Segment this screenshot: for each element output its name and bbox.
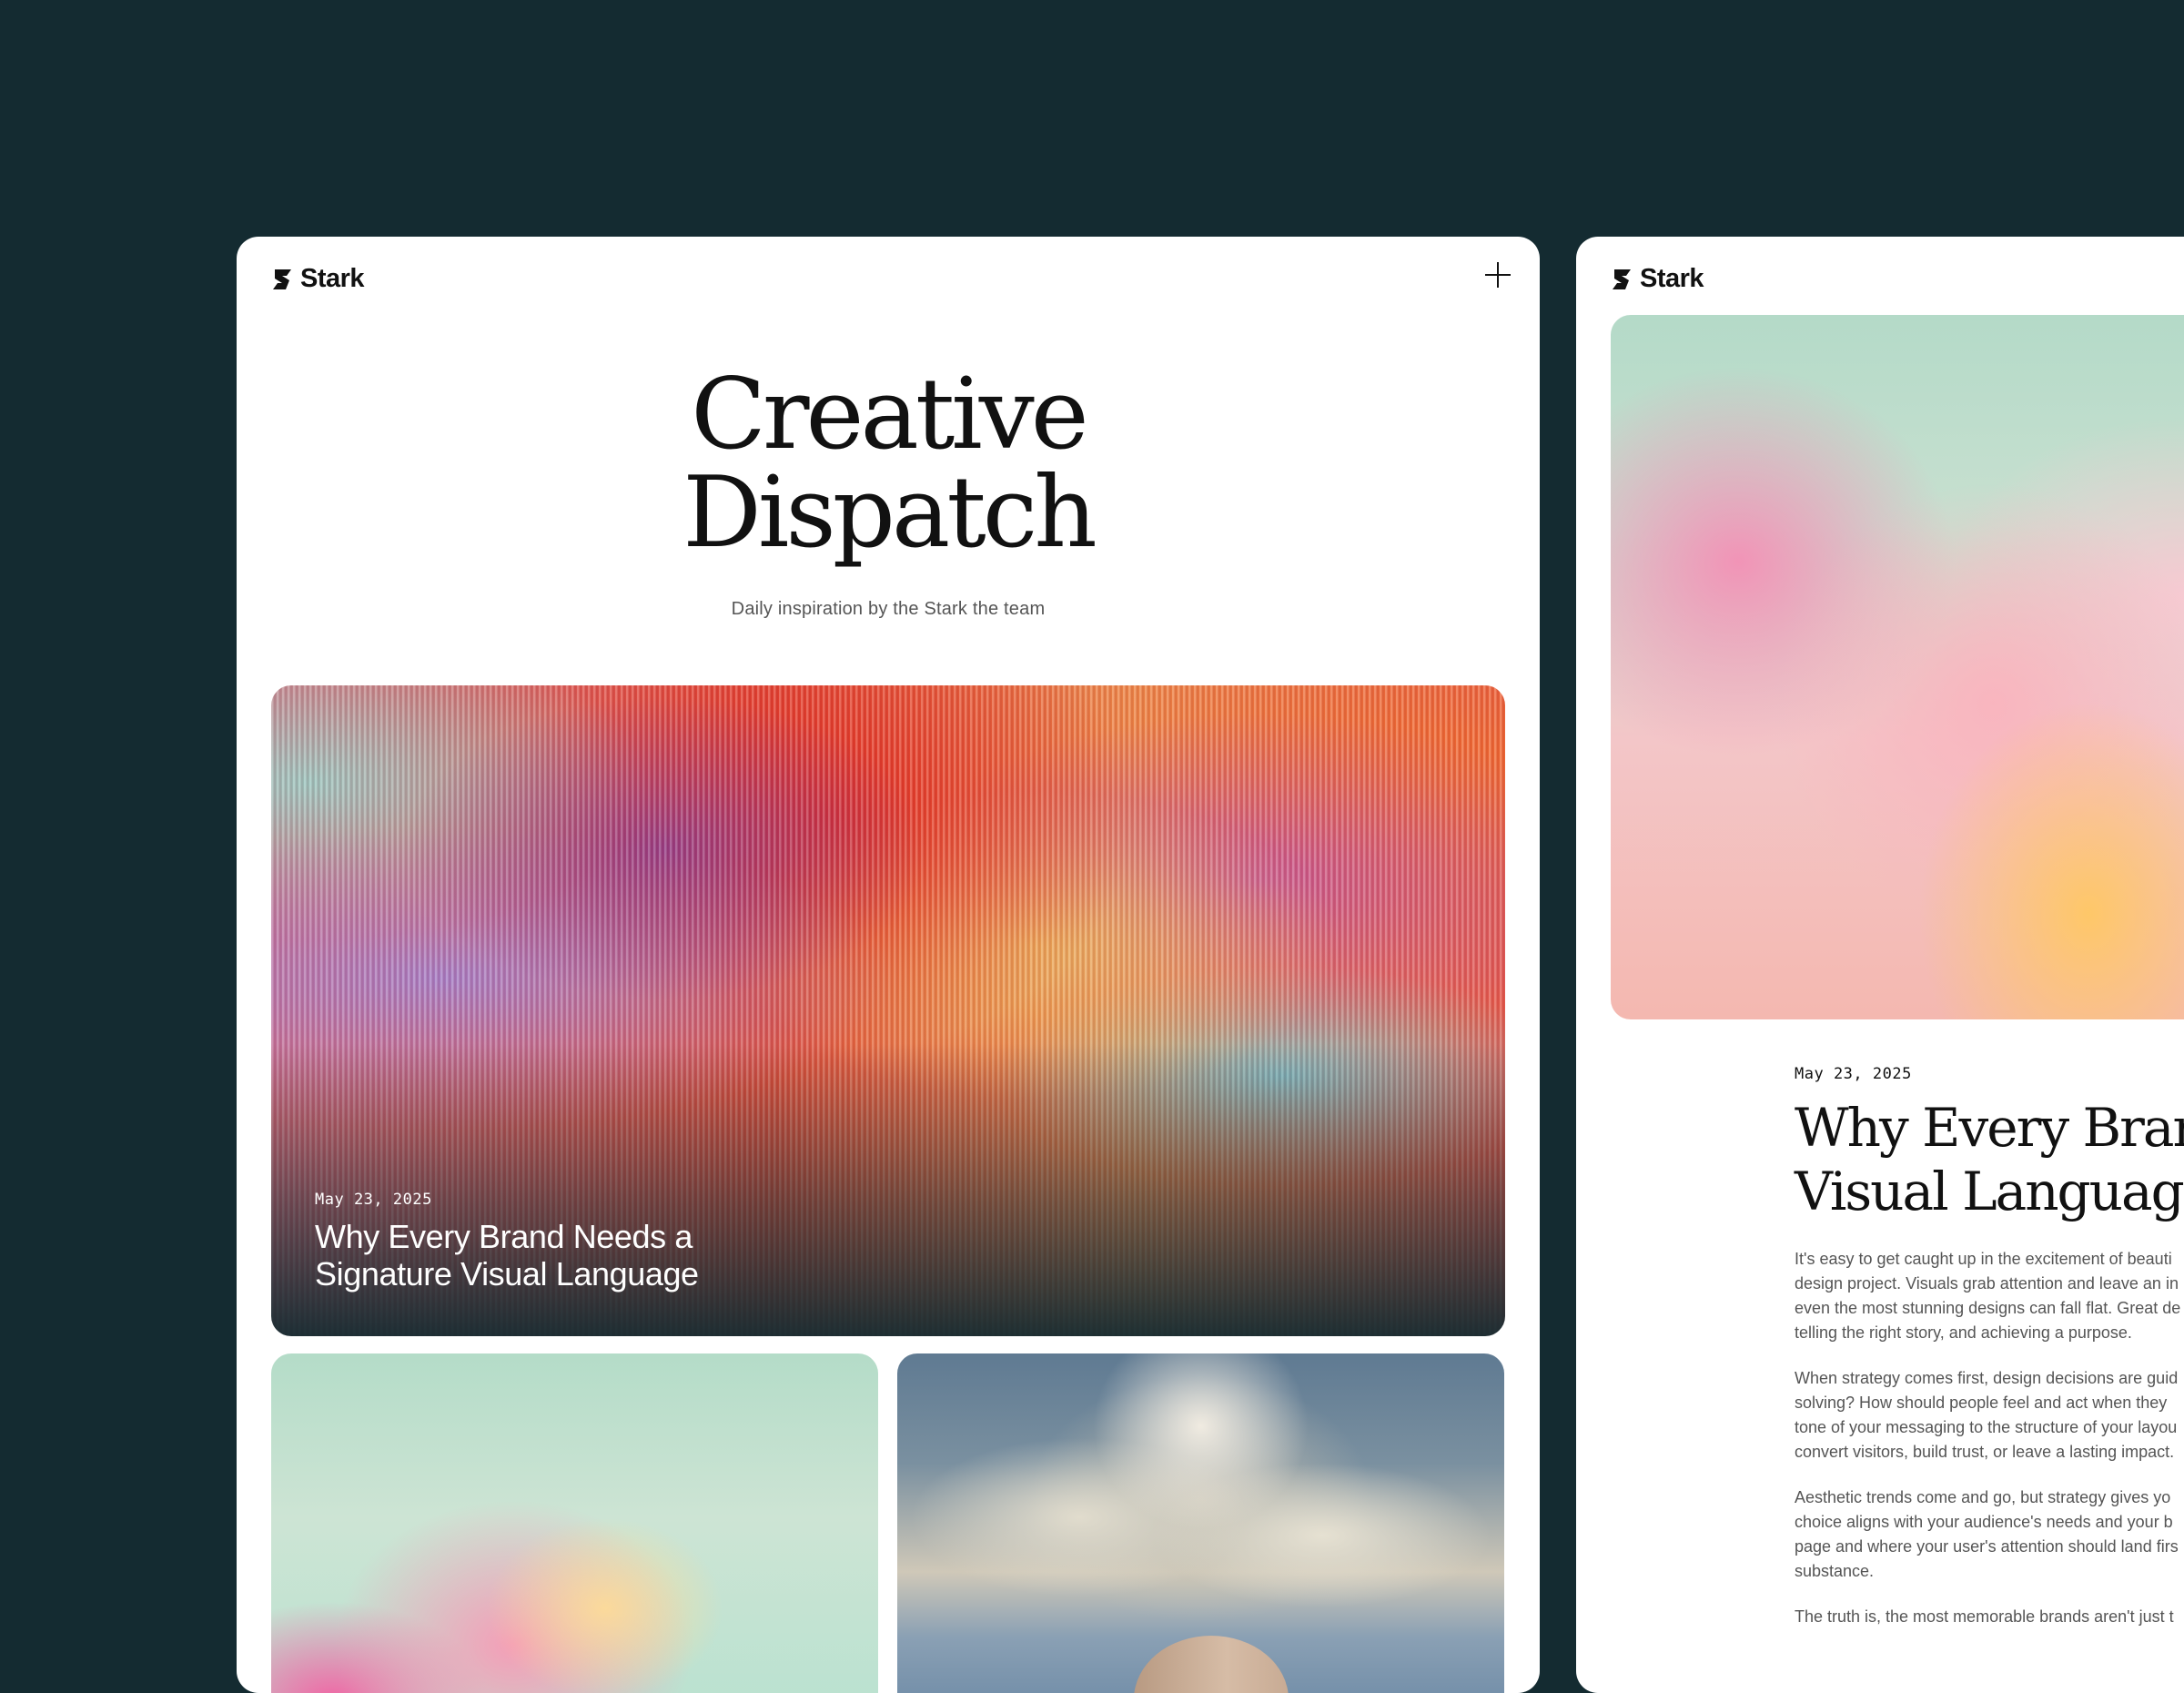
page-title-line-1: Creative (691, 358, 1088, 471)
article-paragraph: When strategy comes first, design decisi… (1795, 1369, 2179, 1461)
article-title-line-2: Visual Language (1795, 1161, 2184, 1222)
featured-article-card[interactable]: May 23, 2025 Why Every Brand Needs a Sig… (271, 685, 1505, 1336)
article-date: May 23, 2025 (1795, 1065, 1912, 1083)
article-paragraph: Aesthetic trends come and go, but strate… (1795, 1488, 2179, 1580)
article-detail-card: Stark May 23, 2025 Why Every Bran Visual… (1576, 237, 2184, 1693)
article-card-abstract[interactable] (271, 1353, 878, 1693)
brand-logo-article[interactable]: Stark (1611, 264, 1704, 294)
newsletter-home-card: Stark Creative Dispatch Daily inspiratio… (237, 237, 1540, 1693)
brand-name: Stark (300, 264, 365, 293)
page-title: Creative Dispatch (237, 366, 1540, 563)
article-paragraph: The truth is, the most memorable brands … (1795, 1607, 2174, 1626)
brand-logo[interactable]: Stark (271, 264, 365, 294)
article-card-cloud-collage[interactable] (897, 1353, 1504, 1693)
article-body: It's easy to get caught up in the excite… (1795, 1247, 2184, 1650)
stark-logo-icon (273, 269, 291, 289)
brand-name: Stark (1640, 264, 1704, 293)
article-paragraph: It's easy to get caught up in the excite… (1795, 1250, 2181, 1342)
article-title-line-1: Why Every Bran (1795, 1097, 2184, 1159)
article-title: Why Every Bran Visual Language (1795, 1096, 2184, 1223)
featured-article-title[interactable]: Why Every Brand Needs a Signature Visual… (315, 1218, 824, 1293)
featured-article-date: May 23, 2025 (315, 1191, 432, 1209)
page-title-line-2: Dispatch (682, 456, 1097, 570)
article-hero-image (1611, 315, 2184, 1019)
stark-logo-icon (1613, 269, 1631, 289)
collage-face-image (1134, 1636, 1289, 1693)
page-subtitle: Daily inspiration by the Stark the team (731, 599, 1046, 619)
plus-icon[interactable] (1480, 257, 1516, 293)
